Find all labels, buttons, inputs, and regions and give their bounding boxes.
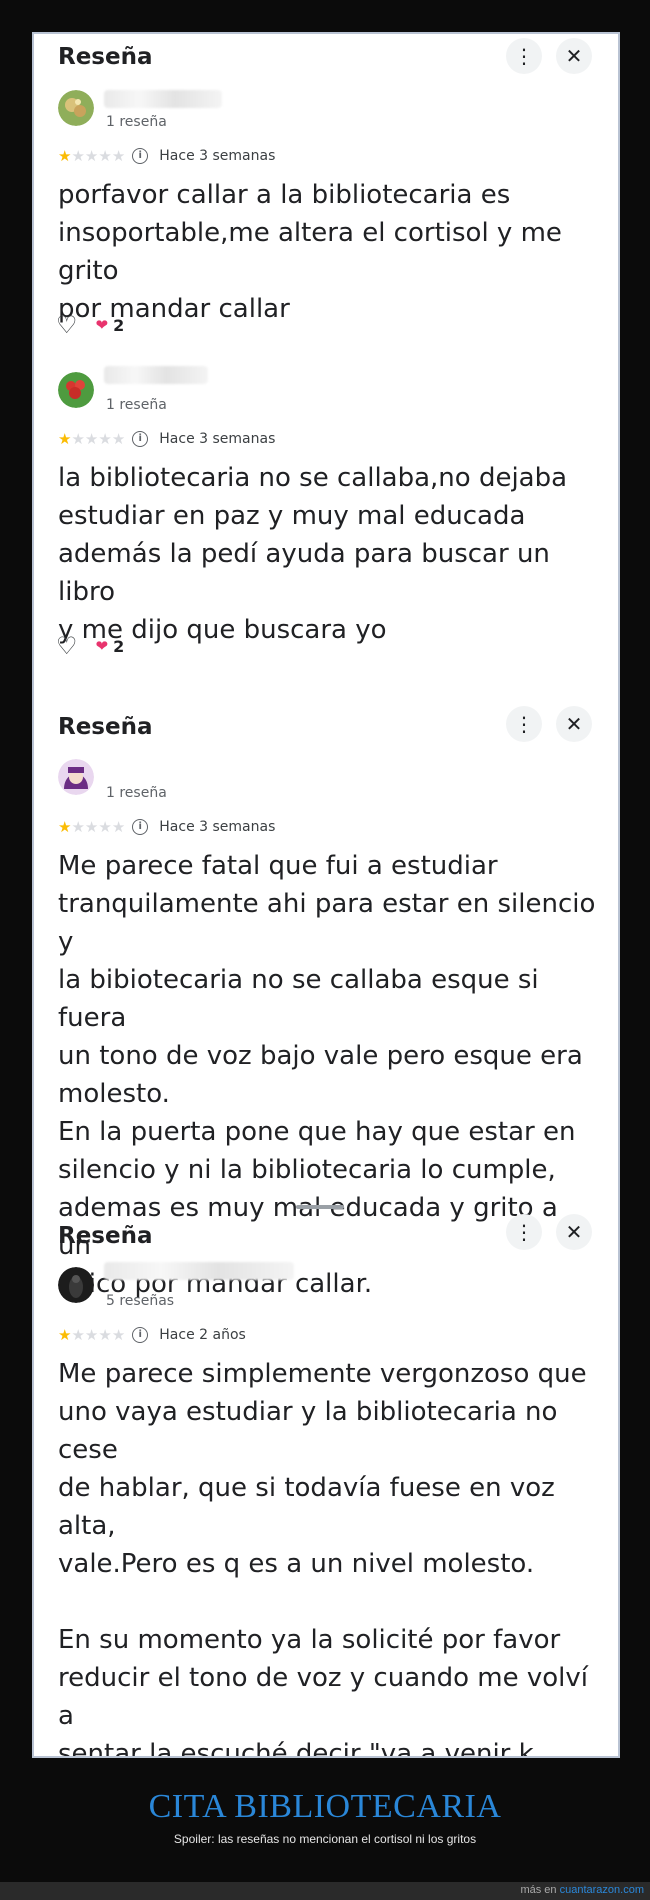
site-link[interactable]: cuantarazon.com: [560, 1884, 644, 1896]
reactions-row: ♡ ❤ 2: [56, 313, 124, 337]
reviewer-name-redacted[interactable]: [104, 90, 222, 108]
star-icon: ★: [98, 430, 111, 448]
card-title: Reseña: [58, 1223, 153, 1249]
avatar[interactable]: [58, 1267, 94, 1303]
review-text: porfavor callar a la bibliotecaria es in…: [58, 180, 562, 324]
card-title: Reseña: [58, 44, 153, 70]
star-rating: ★ ★ ★ ★ ★: [58, 1326, 125, 1344]
heart-filled-icon: ❤: [95, 316, 109, 334]
star-rating: ★ ★ ★ ★ ★: [58, 430, 125, 448]
star-icon: ★: [71, 147, 84, 165]
card-title: Reseña: [58, 714, 153, 740]
caption-subtitle: Spoiler: las reseñas no mencionan el cor…: [173, 1832, 477, 1846]
avatar[interactable]: [58, 759, 94, 795]
close-icon: ✕: [565, 712, 583, 736]
star-icon: ★: [84, 818, 98, 836]
avatar[interactable]: [58, 90, 94, 126]
reviewer-name-redacted[interactable]: [104, 366, 208, 384]
star-icon: ★: [98, 147, 111, 165]
credit-prefix: más en: [520, 1884, 557, 1896]
star-rating: ★ ★ ★ ★ ★: [58, 818, 125, 836]
star-icon: ★: [84, 147, 98, 165]
star-icon: ★: [58, 1326, 71, 1344]
close-icon: ✕: [565, 1220, 583, 1244]
star-icon: ★: [111, 430, 125, 448]
star-icon: ★: [111, 818, 125, 836]
star-icon: ★: [84, 1326, 98, 1344]
more-vert-icon: ⋮: [514, 44, 534, 68]
heart-filled-icon: ❤: [95, 637, 109, 655]
star-icon: ★: [98, 818, 111, 836]
drag-handle[interactable]: [296, 1205, 344, 1209]
star-icon: ★: [71, 818, 84, 836]
star-icon: ★: [111, 147, 125, 165]
info-icon[interactable]: i: [132, 819, 149, 835]
more-options-button[interactable]: ⋮: [506, 1214, 542, 1250]
review-time: Hace 2 años: [159, 1327, 246, 1343]
review-count: 1 reseña: [106, 397, 167, 413]
star-icon: ★: [71, 430, 84, 448]
star-icon: ★: [111, 1326, 125, 1344]
more-options-button[interactable]: ⋮: [506, 706, 542, 742]
info-icon[interactable]: i: [132, 148, 149, 164]
caption-title: CITA BIBLIOTECARIA: [148, 1788, 502, 1825]
review-count: 1 reseña: [106, 114, 167, 130]
site-credit: más en cuantarazon.com: [520, 1884, 644, 1896]
review-time: Hace 3 semanas: [159, 819, 276, 835]
reviewer-name-redacted[interactable]: [104, 1262, 294, 1280]
close-button[interactable]: ✕: [556, 38, 592, 74]
star-icon: ★: [58, 147, 71, 165]
review-meta: ★ ★ ★ ★ ★ i Hace 3 semanas: [58, 818, 275, 836]
review-time: Hace 3 semanas: [159, 431, 276, 447]
review-meta: ★ ★ ★ ★ ★ i Hace 3 semanas: [58, 147, 275, 165]
review-meta: ★ ★ ★ ★ ★ i Hace 3 semanas: [58, 430, 275, 448]
avatar[interactable]: [58, 372, 94, 408]
more-vert-icon: ⋮: [514, 712, 534, 736]
review-count: 1 reseña: [106, 785, 167, 801]
close-icon: ✕: [565, 44, 583, 68]
close-button[interactable]: ✕: [556, 1214, 592, 1250]
reactions-row: ♡ ❤ 2: [56, 634, 124, 658]
bottom-bar: más en cuantarazon.com: [0, 1882, 650, 1900]
reaction-count: 2: [113, 636, 125, 656]
review-text: la bibliotecaria no se callaba,no dejaba…: [58, 463, 568, 645]
heart-outline-icon[interactable]: ♡: [56, 313, 78, 337]
close-button[interactable]: ✕: [556, 706, 592, 742]
star-icon: ★: [71, 1326, 84, 1344]
screenshot-frame: Reseña ⋮ ✕ 1 reseña ★ ★ ★ ★ ★ i Hace 3 seman…: [32, 32, 620, 1758]
reaction-count: 2: [113, 315, 125, 335]
star-icon: ★: [98, 1326, 111, 1344]
more-options-button[interactable]: ⋮: [506, 38, 542, 74]
review-meta: ★ ★ ★ ★ ★ i Hace 2 años: [58, 1326, 246, 1344]
info-icon[interactable]: i: [132, 431, 149, 447]
heart-outline-icon[interactable]: ♡: [56, 634, 78, 658]
more-vert-icon: ⋮: [514, 1220, 534, 1244]
star-icon: ★: [84, 430, 98, 448]
review-text: Me parece simplemente vergonzoso que uno…: [58, 1359, 589, 1758]
star-icon: ★: [58, 430, 71, 448]
review-count: 5 reseñas: [106, 1293, 175, 1309]
star-icon: ★: [58, 818, 71, 836]
review-time: Hace 3 semanas: [159, 148, 276, 164]
star-rating: ★ ★ ★ ★ ★: [58, 147, 125, 165]
info-icon[interactable]: i: [132, 1327, 149, 1343]
